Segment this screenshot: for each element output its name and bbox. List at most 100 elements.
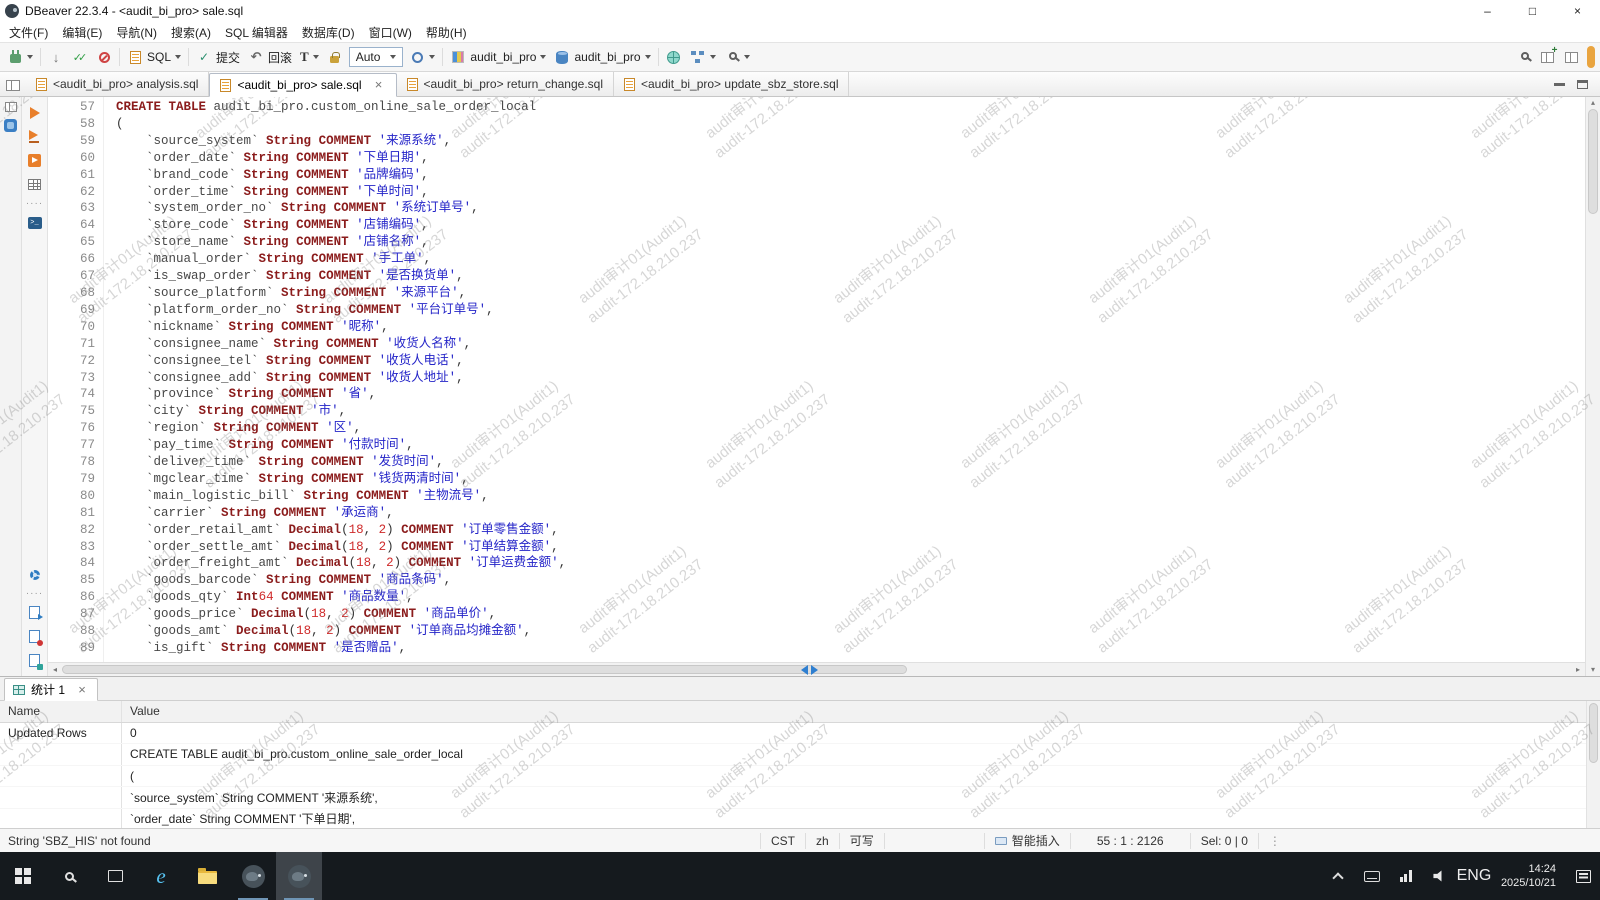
maximize-button[interactable]: □ xyxy=(1510,0,1555,22)
code-line-66[interactable]: `manual_order` String COMMENT '手工单', xyxy=(116,251,1585,268)
language-button[interactable]: ENG xyxy=(1457,852,1491,900)
active-perspective-bar[interactable] xyxy=(1587,46,1595,68)
editor-tab-2[interactable]: <audit_bi_pro> return_change.sql xyxy=(397,72,614,96)
save-as-button[interactable] xyxy=(26,605,44,620)
code-line-71[interactable]: `consignee_name` String COMMENT '收货人名称', xyxy=(116,336,1585,353)
scroll-right-icon[interactable]: ▸ xyxy=(1571,663,1585,677)
explain-plan-button[interactable] xyxy=(26,177,44,192)
code-line-60[interactable]: `order_date` String COMMENT '下单日期', xyxy=(116,150,1585,167)
vertical-scrollbar[interactable]: ▴ ▾ xyxy=(1585,97,1600,676)
status-timezone[interactable]: CST xyxy=(760,833,805,849)
maximize-editor-icon[interactable] xyxy=(1577,80,1588,89)
scroll-up-icon[interactable]: ▴ xyxy=(1591,97,1595,109)
touch-keyboard-button[interactable] xyxy=(1355,852,1389,900)
close-tab-icon[interactable]: × xyxy=(372,78,386,92)
menu-help[interactable]: 帮助(H) xyxy=(419,22,474,43)
execute-new-tab-button[interactable] xyxy=(26,129,44,144)
status-selection[interactable]: Sel: 0 | 0 xyxy=(1190,833,1258,849)
code-line-67[interactable]: `is_swap_order` String COMMENT '是否换货单', xyxy=(116,268,1585,285)
code-line-57[interactable]: CREATE TABLE audit_bi_pro.custom_online_… xyxy=(116,99,1585,116)
stats-row-1[interactable]: CREATE TABLE audit_bi_pro.custom_online_… xyxy=(0,744,1600,766)
status-language[interactable]: zh xyxy=(805,833,839,849)
close-tab-icon[interactable]: × xyxy=(75,683,89,697)
task-view-button[interactable] xyxy=(92,852,138,900)
settings-button[interactable] xyxy=(26,567,44,582)
menu-navigate[interactable]: 导航(N) xyxy=(109,22,164,43)
vscroll-thumb[interactable] xyxy=(1588,109,1598,214)
start-button[interactable] xyxy=(0,852,46,900)
code-line-68[interactable]: `source_platform` String COMMENT '来源平台', xyxy=(116,285,1585,302)
minimize-editor-icon[interactable] xyxy=(1554,83,1565,86)
panel-scroll-thumb[interactable] xyxy=(1589,703,1598,763)
quick-search-button[interactable] xyxy=(1511,46,1535,68)
status-caret-position[interactable]: 55 : 1 : 2126 xyxy=(1070,833,1190,849)
code-line-87[interactable]: `goods_price` Decimal(18, 2) COMMENT '商品… xyxy=(116,606,1585,623)
minimize-button[interactable]: – xyxy=(1465,0,1510,22)
tab-statistics[interactable]: 统计 1 × xyxy=(4,678,98,701)
refresh-timer-button[interactable] xyxy=(405,46,439,68)
code-line-81[interactable]: `carrier` String COMMENT '承运商', xyxy=(116,505,1585,522)
transaction-mode-button[interactable]: T xyxy=(296,46,323,68)
horizontal-scrollbar[interactable]: ◂ ▸ xyxy=(48,662,1585,676)
code-line-78[interactable]: `deliver_time` String COMMENT '发货时间', xyxy=(116,454,1585,471)
sql-editor[interactable]: 5758596061626364656667686970717273747576… xyxy=(48,97,1585,662)
network-tray-button[interactable] xyxy=(1389,852,1423,900)
code-line-64[interactable]: `store_code` String COMMENT '店铺编码', xyxy=(116,217,1585,234)
vscroll-track[interactable] xyxy=(1586,109,1600,664)
code-line-82[interactable]: `order_retail_amt` Decimal(18, 2) COMMEN… xyxy=(116,522,1585,539)
network-profile-button[interactable] xyxy=(686,46,720,68)
dbeaver-taskbar-button[interactable] xyxy=(230,852,276,900)
menu-database[interactable]: 数据库(D) xyxy=(295,22,362,43)
document-error-button[interactable] xyxy=(26,629,44,644)
hscroll-track[interactable] xyxy=(62,663,1571,676)
code-line-86[interactable]: `goods_qty` Int64 COMMENT '商品数量', xyxy=(116,589,1585,606)
column-header-value[interactable]: Value xyxy=(122,701,1600,722)
editor-tab-1[interactable]: <audit_bi_pro> sale.sql× xyxy=(209,73,396,97)
code-line-85[interactable]: `goods_barcode` String COMMENT '商品条码', xyxy=(116,572,1585,589)
download-button[interactable]: ↓ xyxy=(44,46,68,68)
lock-button[interactable] xyxy=(323,46,347,68)
code-line-63[interactable]: `system_order_no` String COMMENT '系统订单号'… xyxy=(116,200,1585,217)
execute-statement-button[interactable] xyxy=(26,105,44,120)
code-line-61[interactable]: `brand_code` String COMMENT '品牌编码', xyxy=(116,167,1585,184)
code-line-73[interactable]: `consignee_add` String COMMENT '收货人地址', xyxy=(116,370,1585,387)
volume-button[interactable] xyxy=(1423,852,1457,900)
reject-button[interactable] xyxy=(92,46,116,68)
stats-row-2[interactable]: ( xyxy=(0,766,1600,788)
action-center-button[interactable] xyxy=(1566,852,1600,900)
code-line-75[interactable]: `city` String COMMENT '市', xyxy=(116,403,1585,420)
hscroll-thumb[interactable] xyxy=(62,665,907,674)
code-line-69[interactable]: `platform_order_no` String COMMENT '平台订单… xyxy=(116,302,1585,319)
tray-expand-button[interactable] xyxy=(1321,852,1355,900)
execute-script-button[interactable] xyxy=(26,153,44,168)
code-line-74[interactable]: `province` String COMMENT '省', xyxy=(116,386,1585,403)
code-line-70[interactable]: `nickname` String COMMENT '昵称', xyxy=(116,319,1585,336)
menu-sql-editor[interactable]: SQL 编辑器 xyxy=(218,22,295,43)
scroll-down-icon[interactable]: ▾ xyxy=(1591,664,1595,676)
stats-row-4[interactable]: `order_date` String COMMENT '下单日期', xyxy=(0,809,1600,829)
code-line-77[interactable]: `pay_time` String COMMENT '付款时间', xyxy=(116,437,1585,454)
close-button[interactable]: × xyxy=(1555,0,1600,22)
sql-editor-menu-button[interactable]: SQL xyxy=(123,46,185,68)
clock[interactable]: 14:24 2025/10/21 xyxy=(1491,852,1566,900)
search-menu-button[interactable] xyxy=(720,46,754,68)
new-connection-button[interactable] xyxy=(3,46,37,68)
document-export-button[interactable] xyxy=(26,653,44,668)
editor-tab-3[interactable]: <audit_bi_pro> update_sbz_store.sql xyxy=(614,72,849,96)
dbeaver-taskbar-button-active[interactable] xyxy=(276,852,322,900)
menu-edit[interactable]: 编辑(E) xyxy=(55,22,109,43)
rollback-button[interactable]: ↶ 回滚 xyxy=(244,46,296,69)
database-navigator-icon[interactable] xyxy=(4,119,17,132)
code-line-59[interactable]: `source_system` String COMMENT '来源系统', xyxy=(116,133,1585,150)
database-selector[interactable]: audit_bi_pro xyxy=(550,46,654,68)
layout-button[interactable] xyxy=(1559,46,1583,68)
code-line-62[interactable]: `order_time` String COMMENT '下单时间', xyxy=(116,184,1585,201)
menu-file[interactable]: 文件(F) xyxy=(2,22,55,43)
code-line-89[interactable]: `is_gift` String COMMENT '是否赠品', xyxy=(116,640,1585,657)
stats-row-0[interactable]: Updated Rows0 xyxy=(0,723,1600,745)
code-line-83[interactable]: `order_settle_amt` Decimal(18, 2) COMMEN… xyxy=(116,539,1585,556)
panel-scrollbar[interactable] xyxy=(1586,701,1600,828)
accept-all-button[interactable]: ✓✓ xyxy=(68,46,92,68)
scroll-left-icon[interactable]: ◂ xyxy=(48,663,62,677)
menu-search[interactable]: 搜索(A) xyxy=(164,22,218,43)
